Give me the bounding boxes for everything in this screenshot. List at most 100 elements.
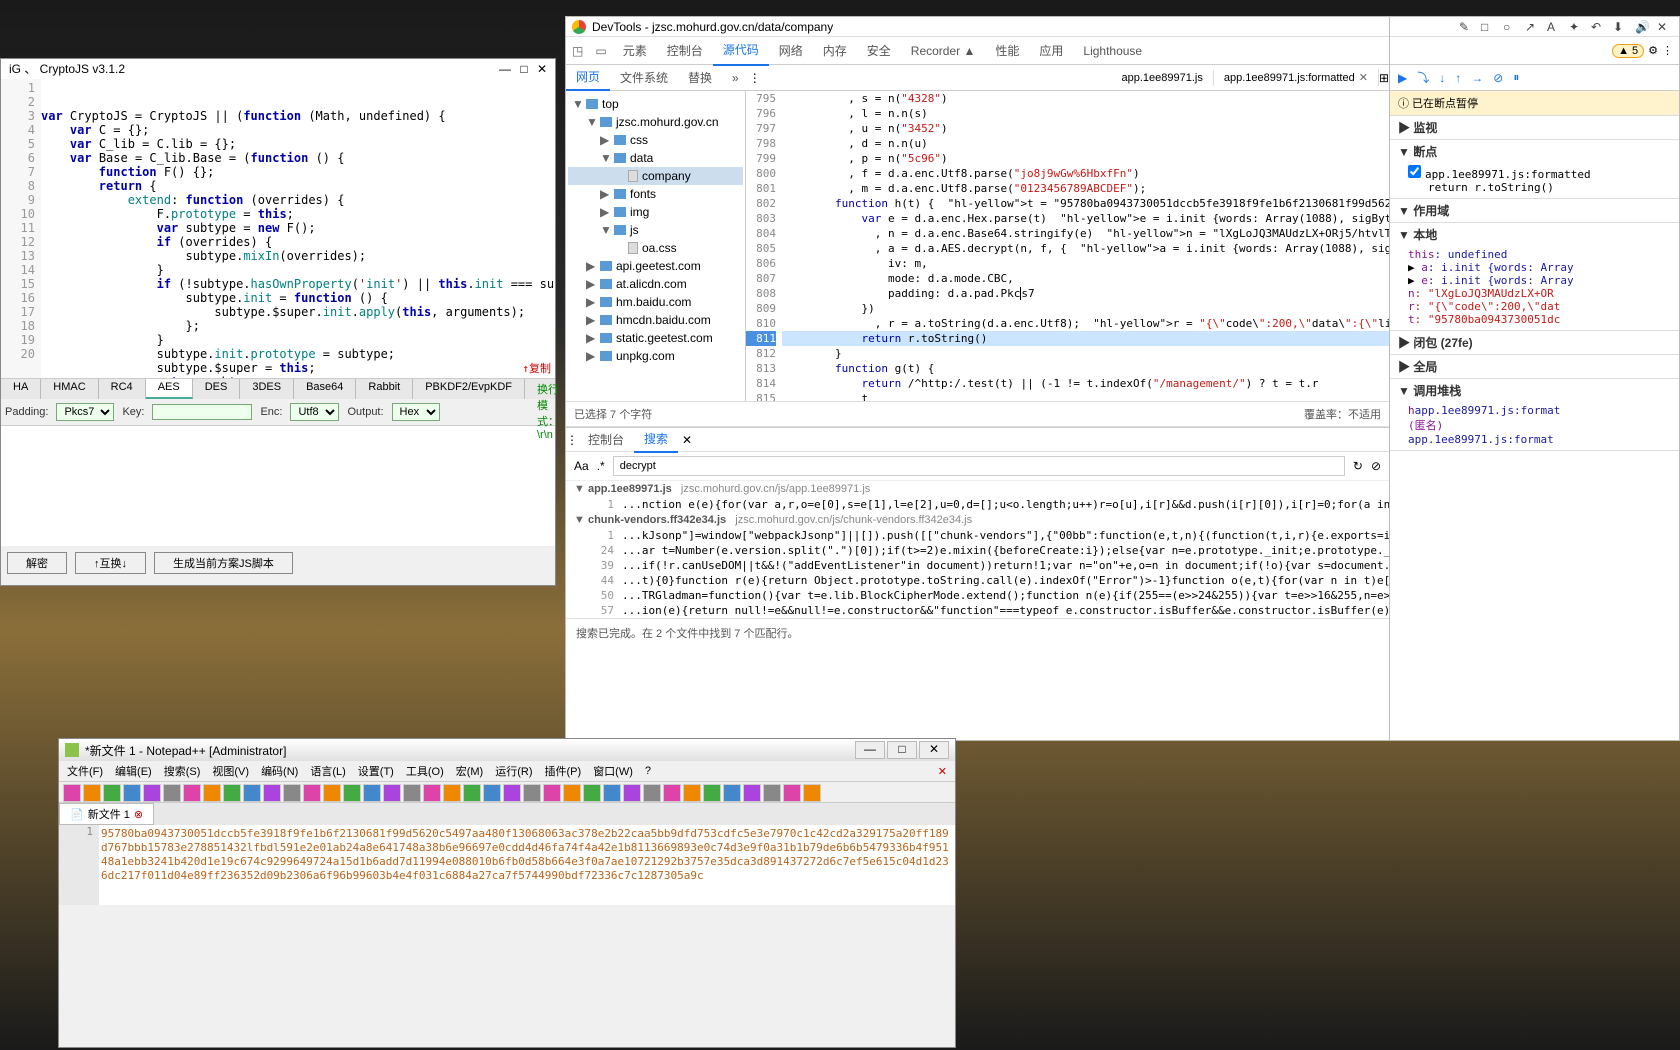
menu-item[interactable]: 插件(P) [541,761,586,781]
menu-item[interactable]: 文件(F) [63,761,107,781]
scope-variable[interactable]: app.1ee89971.js:format [1408,433,1671,446]
toolbar-button-6[interactable] [183,784,201,802]
debug-control-1[interactable]: ⤵ [1417,69,1429,86]
toolbar-button-25[interactable] [563,784,581,802]
algo-tab-ha[interactable]: HA [1,379,41,399]
toolbar-button-1[interactable] [83,784,101,802]
minimize-button[interactable]: — [855,741,885,759]
toolbar-button-21[interactable] [483,784,501,802]
toolbar-button-12[interactable] [303,784,321,802]
folder-node[interactable]: ▶css [568,131,743,149]
algo-tab-rc4[interactable]: RC4 [99,379,146,399]
toolbar-button-10[interactable] [263,784,281,802]
debug-control-2[interactable]: ↓ [1439,71,1445,85]
source-code[interactable]: , s = n("4328") , l = n.n(s) , u = n("34… [782,91,1389,401]
decrypt-button[interactable]: 解密 [7,552,67,574]
warning-badge[interactable]: ▲ 5 [1612,44,1644,58]
toolbar-button-32[interactable] [703,784,721,802]
search-result-line[interactable]: 39...if(!r.canUseDOM||t&&!("addEventList… [566,558,1389,573]
folder-node[interactable]: ▶fonts [568,185,743,203]
tab-close-icon[interactable]: ⊗ [134,808,143,821]
devtools-tab[interactable]: 安全 [857,36,901,65]
cryptojs-titlebar[interactable]: iG 、 CryptoJS v3.1.2 — □ ✕ [1,59,555,79]
toolbar-button-8[interactable] [223,784,241,802]
subtab-more[interactable]: » [722,67,749,89]
drawer-menu-icon[interactable]: ⋮ [566,433,578,447]
toolbar-button-29[interactable] [643,784,661,802]
toolbar-button-16[interactable] [383,784,401,802]
text-icon[interactable]: A [1547,20,1561,34]
folder-node[interactable]: ▶static.geetest.com [568,329,743,347]
folder-node[interactable]: ▶api.geetest.com [568,257,743,275]
folder-node[interactable]: ▶hm.baidu.com [568,293,743,311]
drawer-close-icon[interactable]: ✕ [682,433,692,447]
inspect-icon[interactable]: ◳ [566,44,589,58]
gen-script-button[interactable]: 生成当前方案JS脚本 [154,552,293,574]
subtab-overrides[interactable]: 替换 [678,65,722,90]
devtools-titlebar[interactable]: DevTools - jzsc.mohurd.gov.cn/data/compa… [566,17,1389,37]
scope-section-header[interactable]: ▼ 调用堆栈 [1390,379,1679,402]
toolbar-button-19[interactable] [443,784,461,802]
drawer-tab-search[interactable]: 搜索 [634,426,678,453]
close-icon[interactable]: ✕ [1359,72,1368,84]
expand-icon[interactable]: ⊞ [1379,71,1389,85]
close-all-button[interactable]: ✕ [934,763,951,780]
devtools-tab[interactable]: 控制台 [657,36,713,65]
toolbar-button-9[interactable] [243,784,261,802]
search-result-line[interactable]: 24...ar t=Number(e.version.split(".")[0]… [566,543,1389,558]
toolbar-button-26[interactable] [583,784,601,802]
toolbar-button-28[interactable] [623,784,641,802]
padding-select[interactable]: Pkcs7 [56,403,114,421]
maximize-button[interactable]: □ [887,741,917,759]
scope-variable[interactable]: n: "lXgLoJQ3MAUdzLX+OR [1408,287,1671,300]
undo-icon[interactable]: ↶ [1591,20,1605,34]
algo-tab-3des[interactable]: 3DES [240,379,294,399]
toolbar-button-20[interactable] [463,784,481,802]
regex-toggle[interactable]: .* [597,459,605,473]
notepad-editor[interactable]: 1 95780ba0943730051dccb5fe3918f9fe1b6f21… [59,825,955,905]
key-input[interactable] [152,404,252,420]
menu-item[interactable]: ? [641,763,655,779]
device-icon[interactable]: ▭ [589,44,612,58]
case-toggle[interactable]: Aa [574,459,589,473]
file-tree[interactable]: ▼top▼jzsc.mohurd.gov.cn▶css▼datacompany▶… [566,91,746,401]
scope-variable[interactable]: t: "95780ba0943730051dc [1408,313,1671,326]
source-pane[interactable]: 7957967977987998008018028038048058068078… [746,91,1389,401]
toolbar-button-7[interactable] [203,784,221,802]
scope-section-header[interactable]: ▼ 作用域 [1390,199,1679,222]
file-tab-active[interactable]: app.1ee89971.js:formatted✕ [1214,69,1379,86]
toolbar-button-33[interactable] [723,784,741,802]
subtab-page[interactable]: 网页 [566,64,610,91]
pencil-icon[interactable]: ✎ [1459,20,1473,34]
toolbar-button-18[interactable] [423,784,441,802]
toolbar-button-22[interactable] [503,784,521,802]
menu-item[interactable]: 运行(R) [491,761,536,781]
more-icon[interactable]: ⋮ [749,71,761,85]
settings-icon[interactable]: ⚙ [1648,44,1658,57]
circle-icon[interactable]: ○ [1503,20,1517,34]
refresh-icon[interactable]: ↻ [1353,459,1363,473]
code-content[interactable]: var CryptoJS = CryptoJS || (function (Ma… [41,79,555,378]
menu-item[interactable]: 编辑(E) [111,761,156,781]
swap-button[interactable]: ↑互换↓ [75,552,146,574]
devtools-tab[interactable]: Lighthouse [1073,38,1152,64]
toolbar-button-35[interactable] [763,784,781,802]
algo-tab-hmac[interactable]: HMAC [41,379,98,399]
folder-node[interactable]: ▶unpkg.com [568,347,743,365]
algo-tab-base64[interactable]: Base64 [294,379,356,399]
scope-variable[interactable]: ▶ e: i.init {words: Array [1408,274,1671,287]
search-result-file[interactable]: ▼ chunk-vendors.ff342e34.js jzsc.mohurd.… [566,512,1389,528]
toolbar-button-31[interactable] [683,784,701,802]
output-select[interactable]: Hex [392,403,440,421]
toolbar-button-2[interactable] [103,784,121,802]
search-result-line[interactable]: 57...ion(e){return null!=e&&null!=e.cons… [566,603,1389,618]
folder-node[interactable]: ▼top [568,95,743,113]
maximize-button[interactable]: □ [520,62,527,76]
devtools-tab[interactable]: 性能 [985,36,1029,65]
download-icon[interactable]: ⬇ [1613,20,1627,34]
devtools-tab[interactable]: 网络 [769,36,813,65]
scope-variable[interactable]: return r.toString() [1408,181,1671,194]
devtools-tab[interactable]: 源代码 [713,35,769,66]
debug-control-6[interactable]: ⏸ [1513,70,1519,85]
file-node[interactable]: oa.css [568,239,743,257]
